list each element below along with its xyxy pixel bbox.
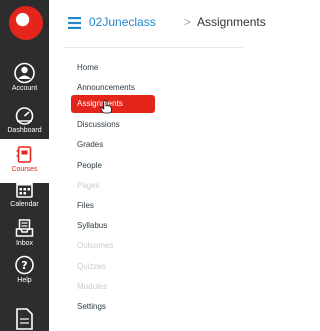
svg-text:?: ? — [21, 259, 27, 272]
course-nav-outcomes[interactable]: Outcomes — [71, 237, 155, 255]
canvas-logo-icon — [9, 6, 43, 40]
course-nav-home[interactable]: Home — [71, 59, 155, 77]
course-nav-files[interactable]: Files — [71, 197, 155, 215]
global-nav-help-label: Help — [17, 277, 32, 284]
course-nav-assignments[interactable]: Assignments — [71, 95, 155, 113]
global-nav-help[interactable]: ? Help — [0, 250, 49, 294]
global-nav-courses-label: Courses — [11, 166, 38, 173]
header: 02Juneclass > Assignments — [49, 0, 266, 47]
course-nav-grades[interactable]: Grades — [71, 136, 155, 154]
inbox-icon — [15, 219, 34, 237]
account-icon — [14, 62, 35, 84]
help-icon: ? — [15, 255, 34, 275]
course-nav-discussions[interactable]: Discussions — [71, 116, 155, 134]
global-nav-calendar-label: Calendar — [10, 201, 39, 208]
global-nav-calendar[interactable]: Calendar — [0, 174, 49, 218]
global-nav-inbox-label: Inbox — [15, 240, 34, 247]
global-nav: Account Dashboard Courses Calendar Inbox… — [0, 0, 49, 331]
course-nav-pages[interactable]: Pages — [71, 177, 155, 195]
breadcrumb-current-page: Assignments — [197, 15, 266, 29]
course-nav-people[interactable]: People — [71, 157, 155, 175]
global-nav-account-label: Account — [11, 85, 38, 92]
page-icon[interactable] — [14, 308, 34, 330]
header-divider — [65, 47, 243, 48]
logo-link[interactable] — [0, 0, 49, 47]
global-nav-account[interactable]: Account — [0, 58, 49, 102]
breadcrumb-separator: > — [184, 15, 192, 29]
course-nav-syllabus[interactable]: Syllabus — [71, 217, 155, 235]
course-nav-settings[interactable]: Settings — [71, 298, 155, 316]
global-nav-dashboard-label: Dashboard — [7, 127, 42, 134]
global-nav-dashboard[interactable]: Dashboard — [0, 100, 49, 144]
dashboard-icon — [15, 107, 34, 125]
courses-icon — [16, 146, 32, 163]
calendar-icon — [16, 181, 33, 198]
course-nav-quizzes[interactable]: Quizzes — [71, 258, 155, 276]
course-nav-modules[interactable]: Modules — [71, 278, 155, 296]
breadcrumb-course-link[interactable]: 02Juneclass — [89, 14, 156, 30]
hand-pointer-icon — [100, 100, 112, 114]
hamburger-icon[interactable] — [68, 17, 81, 29]
